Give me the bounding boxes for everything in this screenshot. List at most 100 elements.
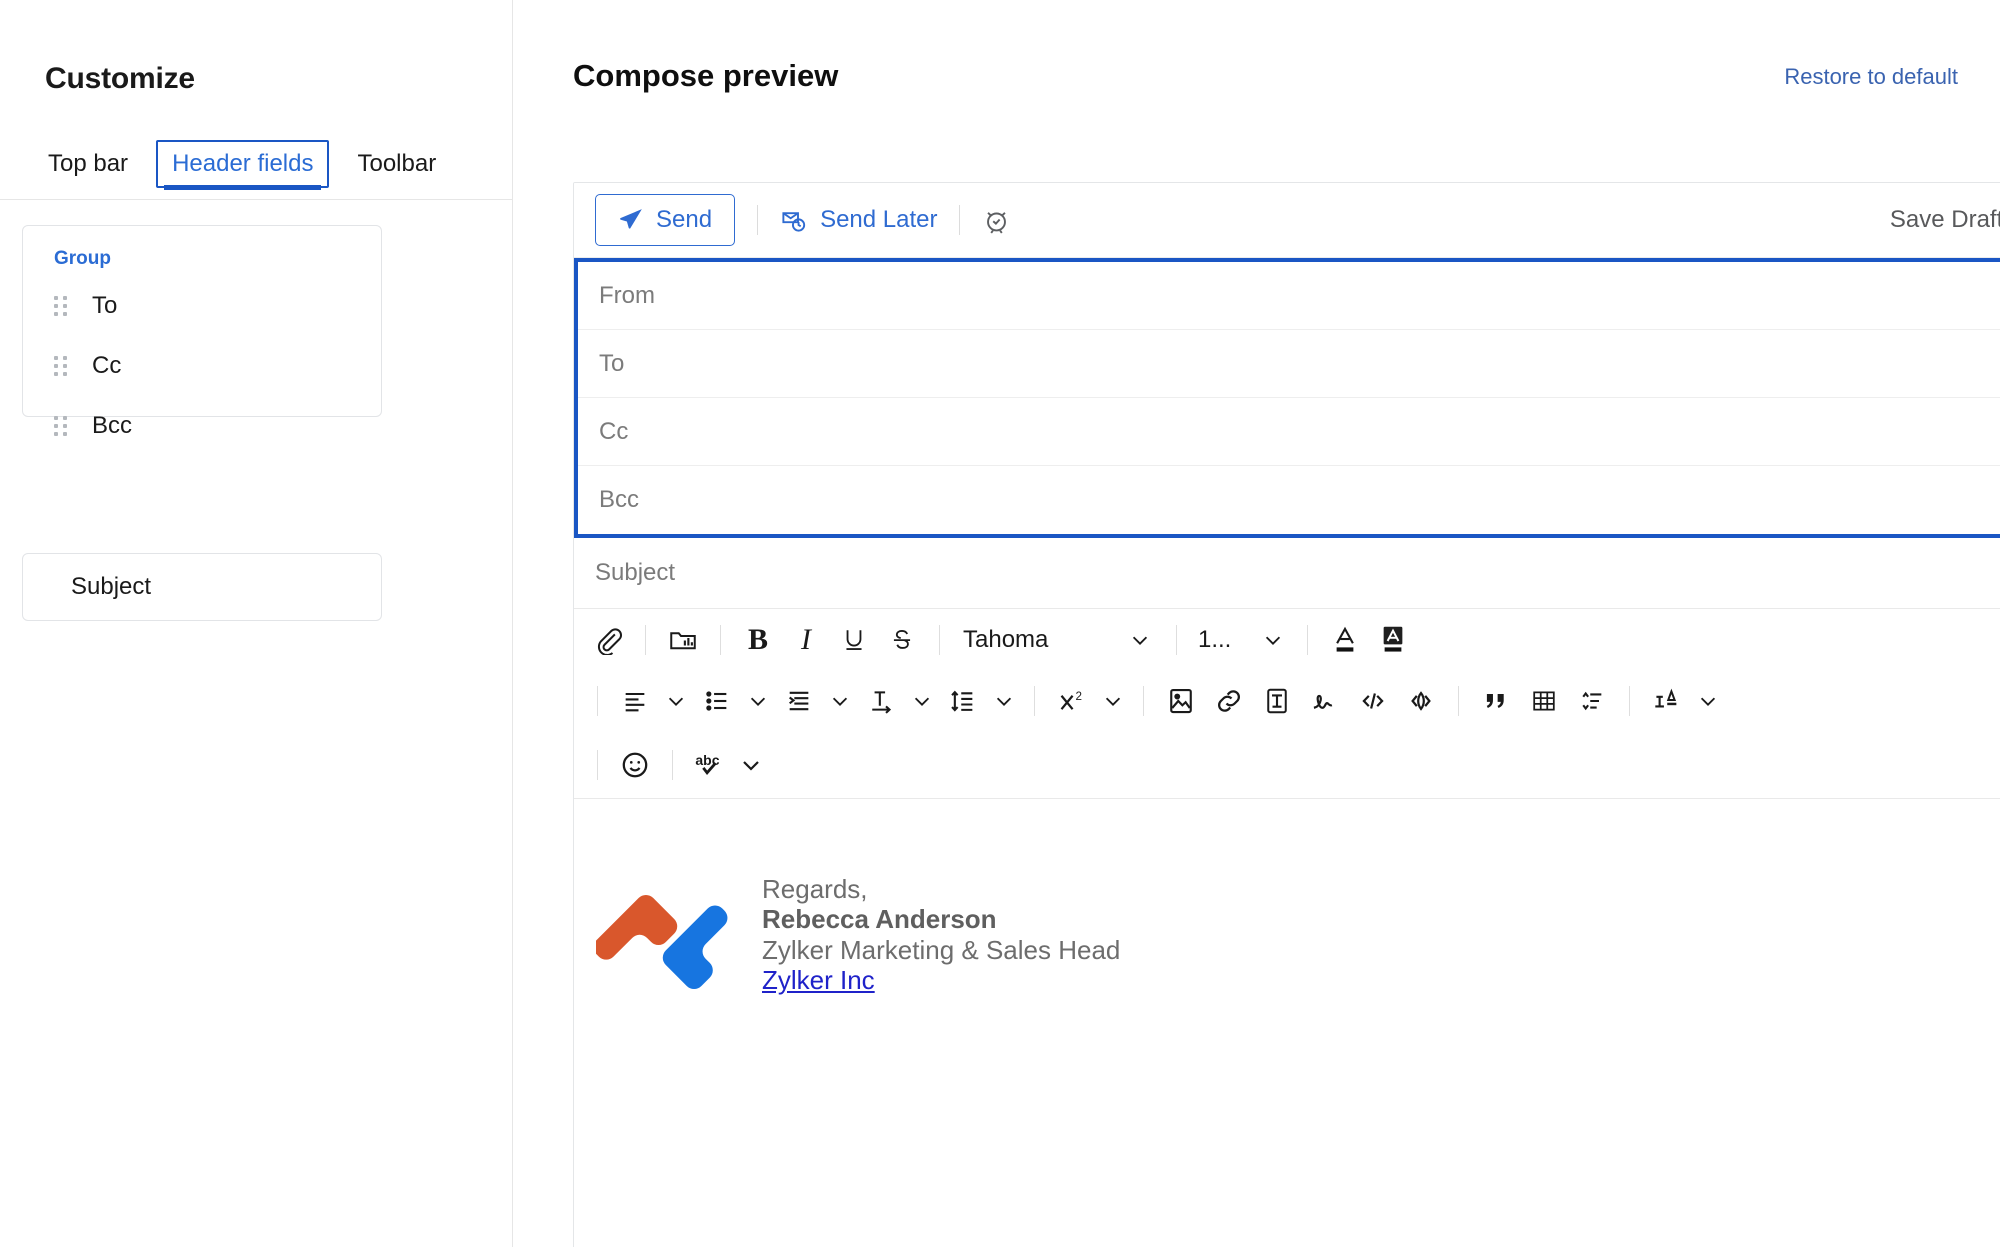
superscript-icon[interactable]: 2 [1048, 677, 1096, 725]
divider [959, 205, 960, 235]
restore-to-default-link[interactable]: Restore to default [1784, 64, 1958, 90]
indent-options-chevron-down-icon[interactable] [823, 679, 857, 723]
drag-handle-icon[interactable] [54, 415, 70, 437]
signature-icon[interactable] [1301, 677, 1349, 725]
zylker-logo [596, 868, 744, 1016]
divider [1143, 686, 1144, 716]
cc-field[interactable]: Cc [578, 398, 2000, 466]
signature-company-link[interactable]: Zylker Inc [762, 965, 875, 996]
font-family-value: Tahoma [963, 626, 1048, 654]
page-title: Customize [45, 62, 195, 96]
text-color-icon[interactable] [1321, 616, 1369, 664]
save-draft-label: Save Draft [1890, 206, 2000, 234]
sort-icon[interactable] [1568, 677, 1616, 725]
signature-text: Regards, Rebecca Anderson Zylker Marketi… [762, 864, 1120, 996]
divider [1458, 686, 1459, 716]
spellcheck-icon[interactable]: abc [686, 741, 734, 789]
tab-toolbar[interactable]: Toolbar [345, 140, 448, 188]
compose-preview-panel: Compose preview Restore to default Send [513, 0, 2000, 1247]
drag-handle-icon[interactable] [54, 355, 70, 377]
text-direction-chevron-down-icon[interactable] [905, 679, 939, 723]
group-card: Group To Cc Bcc [22, 225, 382, 417]
save-draft-button[interactable]: Save Draft [1890, 206, 2000, 234]
compose-body[interactable]: Regards, Rebecca Anderson Zylker Marketi… [574, 799, 2000, 1109]
tab-header-fields[interactable]: Header fields [156, 140, 329, 188]
insert-code-icon[interactable] [1349, 677, 1397, 725]
send-later-button[interactable]: Send Later [780, 206, 937, 234]
send-later-label: Send Later [820, 206, 937, 234]
insert-from-cloud-icon[interactable] [659, 616, 707, 664]
font-size-select[interactable]: 1... [1190, 618, 1294, 662]
highlight-color-icon[interactable] [1369, 616, 1417, 664]
divider [645, 625, 646, 655]
font-size-value: 1... [1198, 626, 1231, 654]
subject-card[interactable]: Subject [22, 553, 382, 621]
attachment-icon[interactable] [584, 616, 632, 664]
underline-icon[interactable] [830, 616, 878, 664]
bcc-field[interactable]: Bcc [578, 466, 2000, 534]
compose-preview-title: Compose preview [573, 58, 838, 94]
subject-card-label: Subject [71, 573, 151, 601]
divider [1176, 625, 1177, 655]
sidebar-field-label: Bcc [92, 412, 132, 440]
align-options-chevron-down-icon[interactable] [659, 679, 693, 723]
list-options-chevron-down-icon[interactable] [741, 679, 775, 723]
signature-greeting: Regards, [762, 874, 1120, 904]
chevron-down-icon [1123, 618, 1157, 662]
to-field[interactable]: To [578, 330, 2000, 398]
customize-tabs: Top bar Header fields Toolbar [0, 128, 513, 200]
insert-template-icon[interactable] [1253, 677, 1301, 725]
blockquote-icon[interactable] [1472, 677, 1520, 725]
send-label: Send [656, 206, 712, 234]
spellcheck-chevron-down-icon[interactable] [734, 743, 768, 787]
insert-image-icon[interactable] [1157, 677, 1205, 725]
divider [1629, 686, 1630, 716]
bold-icon[interactable]: B [734, 616, 782, 664]
svg-text:2: 2 [1076, 689, 1082, 702]
insert-table-icon[interactable] [1520, 677, 1568, 725]
divider [597, 686, 598, 716]
divider [672, 750, 673, 780]
customize-sidebar: Customize Top bar Header fields Toolbar … [0, 0, 513, 1247]
chevron-down-icon [1256, 618, 1290, 662]
bulleted-list-icon[interactable] [693, 677, 741, 725]
header-fields-group: From To Cc Bcc [574, 258, 2000, 538]
alarm-clock-icon [982, 206, 1011, 235]
from-field[interactable]: From [578, 262, 2000, 330]
signature-role: Zylker Marketing & Sales Head [762, 935, 1120, 965]
sidebar-field-bcc[interactable]: Bcc [54, 412, 132, 440]
editor-toolbar-row-3: abc [574, 731, 2000, 799]
drag-handle-icon[interactable] [54, 295, 70, 317]
email-signature: Regards, Rebecca Anderson Zylker Marketi… [596, 864, 1120, 1016]
app-root: Customize Top bar Header fields Toolbar … [0, 0, 2000, 1247]
divider [757, 205, 758, 235]
line-spacing-icon[interactable] [939, 677, 987, 725]
superscript-chevron-down-icon[interactable] [1096, 679, 1130, 723]
sidebar-field-to[interactable]: To [54, 292, 117, 320]
send-button[interactable]: Send [595, 194, 735, 246]
font-family-select[interactable]: Tahoma [953, 618, 1163, 662]
editor-toolbar-row-1: B I [574, 609, 2000, 670]
emoji-icon[interactable] [611, 741, 659, 789]
sidebar-field-label: To [92, 292, 117, 320]
line-spacing-chevron-down-icon[interactable] [987, 679, 1021, 723]
sidebar-field-cc[interactable]: Cc [54, 352, 121, 380]
tab-top-bar[interactable]: Top bar [36, 140, 140, 188]
align-icon[interactable] [611, 677, 659, 725]
subject-field[interactable]: Subject [574, 538, 2000, 609]
insert-link-icon[interactable] [1205, 677, 1253, 725]
group-label: Group [54, 248, 111, 270]
clear-formatting-chevron-down-icon[interactable] [1691, 679, 1725, 723]
divider [1307, 625, 1308, 655]
reminder-button[interactable] [982, 206, 1011, 235]
divider [939, 625, 940, 655]
calendar-clock-icon [780, 207, 807, 234]
strikethrough-icon[interactable] [878, 616, 926, 664]
compose-window: Send Send Later [573, 182, 2000, 1247]
editor-toolbar-row-2: 2 [574, 670, 2000, 731]
indent-icon[interactable] [775, 677, 823, 725]
italic-icon[interactable]: I [782, 616, 830, 664]
code-snippet-icon[interactable] [1397, 677, 1445, 725]
text-direction-icon[interactable] [857, 677, 905, 725]
clear-formatting-icon[interactable] [1643, 677, 1691, 725]
